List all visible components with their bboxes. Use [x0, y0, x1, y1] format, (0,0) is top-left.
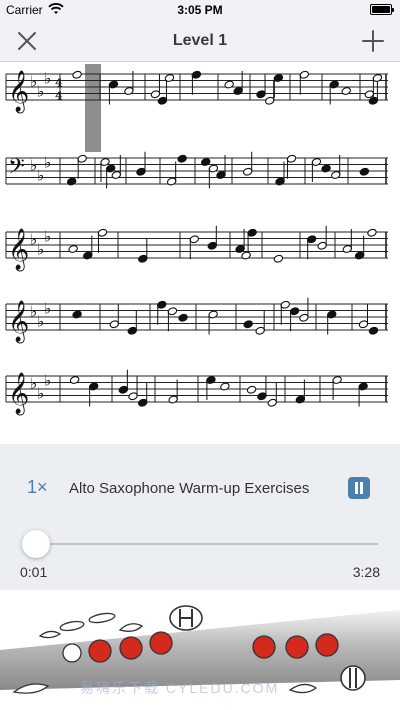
player-panel: 1× Alto Saxophone Warm-up Exercises 0:01…: [0, 444, 400, 590]
treble-clef: 𝄞: [8, 70, 29, 113]
fingering-chart: 易嗨乐下载 CYLEDU.COM: [0, 590, 400, 710]
time-signature: 4: [55, 76, 63, 89]
note-head: [246, 385, 257, 394]
note-head: [367, 228, 377, 237]
pressed-key: [315, 633, 339, 657]
page-title: Level 1: [172, 32, 228, 49]
pressed-key: [88, 639, 112, 663]
side-key: [118, 623, 144, 632]
status-time: 3:05 PM: [177, 3, 223, 17]
note-head: [359, 167, 370, 176]
open-key: [62, 643, 82, 663]
flat-sign: ♭: [44, 227, 51, 245]
sheet-music[interactable]: 𝄞 ♭ ♭ ♭ 4 4 𝄢 ♭ ♭ ♭ 𝄞 ♭ ♭ ♭ 𝄞 ♭ ♭ ♭ 𝄞 ♭ ♭ ♭: [0, 62, 400, 444]
pressed-key: [285, 635, 309, 659]
flat-sign: ♭: [44, 153, 51, 171]
side-key: [59, 620, 85, 632]
plus-icon[interactable]: [360, 28, 386, 54]
pressed-key: [252, 635, 276, 659]
current-time: 0:01: [20, 564, 48, 580]
note-head: [69, 376, 80, 384]
time-signature: 4: [55, 89, 63, 102]
score-canvas: 𝄞 ♭♭♭ 44𝄢 ♭♭♭𝄞 ♭♭♭𝄞 ♭♭♭𝄞 ♭♭♭: [5, 64, 388, 415]
treble-clef: 𝄞: [8, 228, 29, 271]
flat-sign: ♭: [44, 69, 51, 87]
note-head: [224, 80, 234, 89]
pressed-key: [149, 631, 173, 655]
note-head: [341, 87, 351, 95]
treble-clef: 𝄞: [8, 300, 29, 343]
battery-icon: [370, 4, 394, 15]
navigation-bar: Level 1: [0, 20, 400, 62]
note-head: [321, 164, 331, 173]
track-title: Alto Saxophone Warm-up Exercises: [69, 480, 310, 497]
octave-key: [169, 605, 203, 631]
low-key: [340, 665, 366, 691]
flat-sign: ♭: [44, 299, 51, 317]
progress-track[interactable]: [36, 543, 378, 545]
note-head: [72, 310, 82, 319]
note-head: [273, 254, 284, 263]
note-head: [200, 158, 211, 166]
status-bar: Carrier 3:05 PM: [0, 0, 400, 20]
pinky-key: [288, 683, 318, 694]
treble-clef: 𝄞: [8, 372, 29, 415]
note-head: [72, 70, 82, 79]
note-head: [241, 251, 251, 260]
side-key: [38, 630, 62, 639]
pressed-key: [119, 636, 143, 660]
flat-sign: ♭: [44, 371, 51, 389]
note-head: [178, 313, 188, 322]
side-key: [88, 612, 116, 624]
note-head: [164, 74, 175, 82]
watermark: 易嗨乐下载 CYLEDU.COM: [80, 680, 280, 696]
note-head: [368, 326, 379, 335]
pause-icon[interactable]: [348, 477, 370, 499]
note-head: [68, 245, 78, 253]
note-head: [243, 320, 253, 329]
note-head: [177, 154, 187, 163]
playback-cursor: [85, 64, 101, 152]
note-head: [66, 177, 77, 186]
playback-speed-button[interactable]: 1×: [27, 477, 48, 498]
total-time: 3:28: [352, 564, 380, 580]
note-head: [220, 382, 230, 391]
bass-clef: 𝄢: [8, 155, 25, 185]
progress-thumb[interactable]: [22, 530, 50, 558]
